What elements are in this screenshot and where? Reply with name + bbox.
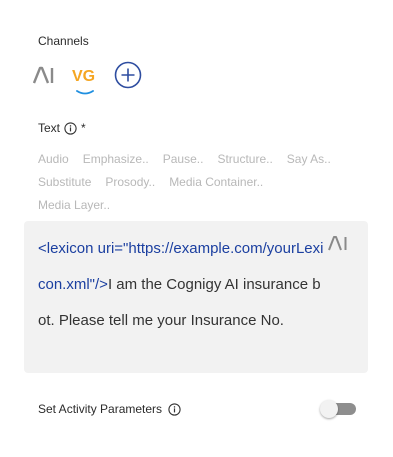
ssml-tag-pause[interactable]: Pause.. — [163, 148, 204, 171]
text-label: Text — [38, 121, 61, 135]
text-field-label: Text * — [38, 121, 86, 135]
plus-circle-icon — [114, 61, 142, 89]
info-icon[interactable] — [168, 402, 181, 416]
activity-params-label: Set Activity Parameters — [38, 402, 163, 416]
ssml-tag-emphasize[interactable]: Emphasize.. — [83, 148, 149, 171]
ssml-tag-substitute[interactable]: Substitute — [38, 171, 91, 194]
text-editor[interactable]: <lexicon uri="https://example.com/yourLe… — [24, 221, 368, 373]
channel-ai-button[interactable] — [32, 62, 58, 88]
editor-content[interactable]: <lexicon uri="https://example.com/yourLe… — [38, 231, 328, 339]
required-mark: * — [81, 121, 86, 135]
ai-channel-icon — [328, 236, 347, 251]
channel-vg-button[interactable]: VG — [70, 62, 100, 96]
ssml-tag-media-container[interactable]: Media Container.. — [169, 171, 263, 194]
info-icon[interactable] — [64, 121, 77, 135]
ssml-tag-audio[interactable]: Audio — [38, 148, 69, 171]
vg-channel-icon: VG — [72, 68, 95, 95]
svg-text:VG: VG — [72, 68, 95, 85]
ssml-tag-prosody[interactable]: Prosody.. — [105, 171, 155, 194]
ssml-tag-list: Audio Emphasize.. Pause.. Structure.. Say As… — [38, 148, 358, 217]
editor-ai-button[interactable] — [328, 235, 350, 253]
ssml-tag-media-layer[interactable]: Media Layer.. — [38, 194, 110, 217]
channels-label: Channels — [38, 34, 89, 48]
add-channel-button[interactable] — [114, 61, 142, 89]
toggle-knob — [320, 400, 338, 418]
ai-channel-icon — [33, 66, 54, 84]
ssml-tag-say-as[interactable]: Say As.. — [287, 148, 331, 171]
activity-params-row: Set Activity Parameters — [38, 402, 181, 416]
ssml-tag-structure[interactable]: Structure.. — [217, 148, 272, 171]
activity-params-toggle[interactable] — [320, 400, 356, 418]
